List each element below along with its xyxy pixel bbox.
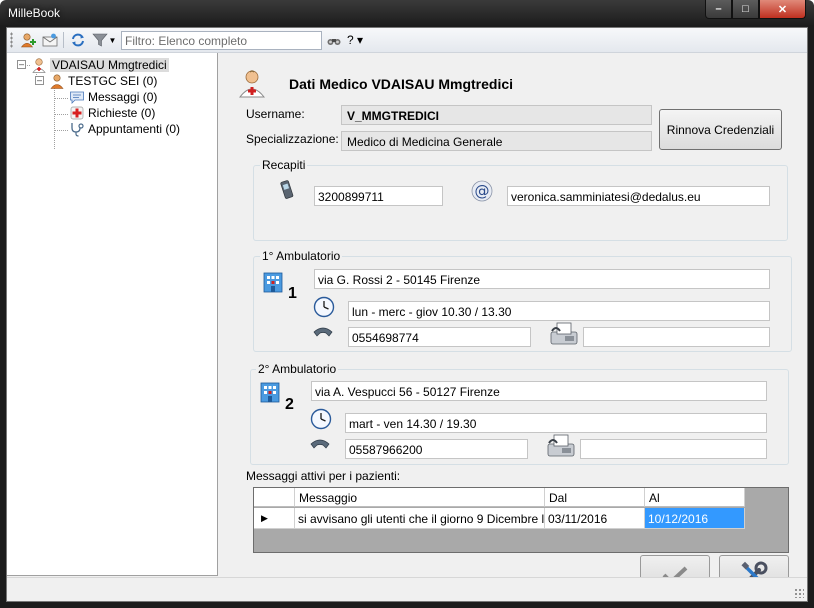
stethoscope-icon xyxy=(71,123,84,137)
tree-connector xyxy=(54,114,68,115)
clinic-2-hours-field[interactable]: mart - ven 14.30 / 19.30 xyxy=(345,413,767,433)
contacts-group: Recapiti 3200899711 @ veronica.samminiat… xyxy=(253,158,788,241)
column-header-from[interactable]: Dal xyxy=(545,488,645,507)
doctor-icon xyxy=(32,58,46,73)
mobile-phone-icon xyxy=(280,180,294,199)
row-header-corner xyxy=(254,488,295,507)
tree-node-appointments-label: Appuntamenti (0) xyxy=(88,122,181,136)
column-header-to[interactable]: Al xyxy=(645,488,745,507)
clinic-2-group: 2° Ambulatorio 2 via A. Vespucci 56 - 50… xyxy=(250,362,789,465)
building-icon xyxy=(260,382,280,403)
add-user-icon xyxy=(20,33,36,48)
email-at-icon: @ xyxy=(471,180,493,202)
specialization-label: Specializzazione: xyxy=(246,132,339,146)
page-title: Dati Medico VDAISAU Mmgtredici xyxy=(289,76,514,92)
renew-credentials-button[interactable]: Rinnova Credenziali xyxy=(659,109,782,150)
maximize-icon: □ xyxy=(742,3,749,15)
clinic-1-address-field[interactable]: via G. Rossi 2 - 50145 Firenze xyxy=(314,269,770,289)
close-button[interactable]: ✕ xyxy=(759,0,806,19)
maximize-button[interactable]: □ xyxy=(732,0,759,19)
messages-table: Messaggio Dal Al ▶ si avvisano gli utent… xyxy=(253,487,789,553)
clinic-1-phone-field[interactable]: 0554698774 xyxy=(348,327,531,347)
fax-icon xyxy=(547,434,575,457)
filter-icon xyxy=(91,33,108,47)
clinic-2-number: 2 xyxy=(285,396,294,413)
tree-node-requests-label: Richieste (0) xyxy=(88,106,156,120)
doctor-detail-panel: Dati Medico VDAISAU Mmgtredici Username:… xyxy=(219,53,807,595)
title-bar: MilleBook – □ ✕ xyxy=(0,0,814,27)
clinic-1-group-title: 1° Ambulatorio xyxy=(260,249,343,263)
mobile-phone-field[interactable]: 3200899711 xyxy=(314,186,443,206)
search-binoculars-button[interactable] xyxy=(324,31,344,49)
help-dropdown-button[interactable]: ? ▾ xyxy=(347,33,363,47)
close-icon: ✕ xyxy=(777,3,788,16)
mail-button[interactable] xyxy=(40,31,60,49)
tree-connector xyxy=(54,130,68,131)
toolbar-separator xyxy=(63,32,64,48)
tree-node-messages-label: Messaggi (0) xyxy=(88,90,158,104)
svg-text:@: @ xyxy=(475,182,490,200)
clinic-1-hours-field[interactable]: lun - merc - giov 10.30 / 13.30 xyxy=(348,301,770,321)
phone-icon xyxy=(313,327,333,337)
tree-node-messages[interactable]: Messaggi (0) xyxy=(69,89,157,105)
clinic-2-phone-field[interactable]: 05587966200 xyxy=(345,439,528,459)
medical-cross-icon xyxy=(70,106,84,120)
tree-node-doctor[interactable]: VDAISAU Mmgtredici xyxy=(31,57,169,73)
clinic-2-address-field[interactable]: via A. Vespucci 56 - 50127 Firenze xyxy=(311,381,767,401)
add-user-button[interactable] xyxy=(18,31,38,49)
clinic-2-fax-field[interactable] xyxy=(580,439,767,459)
username-label: Username: xyxy=(246,107,305,121)
window-title: MilleBook xyxy=(8,6,61,20)
tree-node-requests[interactable]: Richieste (0) xyxy=(69,105,155,121)
tree-collapse-toggle[interactable]: – xyxy=(17,60,26,69)
email-field[interactable]: veronica.samminiatesi@dedalus.eu xyxy=(507,186,770,206)
clinic-1-fax-field[interactable] xyxy=(583,327,770,347)
table-cell-message[interactable]: si avvisano gli utenti che il giorno 9 D… xyxy=(295,508,545,529)
fax-icon xyxy=(550,322,578,345)
chevron-down-icon: ▼ xyxy=(108,35,117,45)
resize-grip[interactable] xyxy=(794,588,804,598)
client-area: ▼ ? ▾ – xyxy=(6,27,808,602)
building-icon xyxy=(263,272,283,293)
refresh-icon xyxy=(72,33,84,47)
table-cell-from[interactable]: 03/11/2016 xyxy=(545,508,645,529)
minimize-icon: – xyxy=(715,3,722,15)
tree-connector xyxy=(54,87,55,149)
contacts-group-title: Recapiti xyxy=(260,158,308,172)
mail-icon xyxy=(42,33,58,47)
tree-collapse-toggle[interactable]: – xyxy=(35,76,44,85)
tree-node-patient[interactable]: TESTGC SEI (0) xyxy=(49,73,157,89)
filter-input[interactable] xyxy=(121,31,322,50)
minimize-button[interactable]: – xyxy=(705,0,732,19)
tree-node-appointments[interactable]: Appuntamenti (0) xyxy=(69,121,180,137)
toolbar-grip[interactable] xyxy=(10,32,13,48)
messages-icon xyxy=(70,91,84,104)
phone-icon xyxy=(310,439,330,449)
column-header-message[interactable]: Messaggio xyxy=(295,488,545,507)
clock-icon xyxy=(310,408,332,430)
status-bar xyxy=(7,577,807,601)
binoculars-icon xyxy=(327,39,341,45)
specialization-field: Medico di Medicina Generale xyxy=(341,131,652,151)
app-window: MilleBook – □ ✕ ▼ Filtro: Elenco complet… xyxy=(0,0,814,608)
toolbar: ▼ ? ▾ xyxy=(7,28,807,53)
clinic-1-group: 1° Ambulatorio 1 via G. Rossi 2 - 50145 … xyxy=(253,249,792,352)
current-row-arrow-icon: ▶ xyxy=(261,512,268,523)
messages-label: Messaggi attivi per i pazienti: xyxy=(246,469,401,483)
clock-icon xyxy=(313,296,335,318)
filter-dropdown-button[interactable]: ▼ xyxy=(91,31,117,49)
tree-connector xyxy=(54,98,68,99)
user-icon xyxy=(50,74,64,89)
table-cell-to[interactable]: 10/12/2016 xyxy=(645,508,745,529)
row-selector[interactable]: ▶ xyxy=(254,508,295,529)
tree-node-doctor-label: VDAISAU Mmgtredici xyxy=(50,58,169,72)
username-field: V_MMGTREDICI xyxy=(341,105,652,125)
doctor-icon xyxy=(238,70,266,98)
clinic-1-number: 1 xyxy=(288,285,297,302)
navigation-tree: – VDAISAU Mmgtredici – TESTGC SEI (0) Me… xyxy=(7,53,218,576)
tree-node-patient-label: TESTGC SEI (0) xyxy=(68,74,158,88)
clinic-2-group-title: 2° Ambulatorio xyxy=(256,362,339,376)
refresh-button[interactable] xyxy=(68,31,88,49)
